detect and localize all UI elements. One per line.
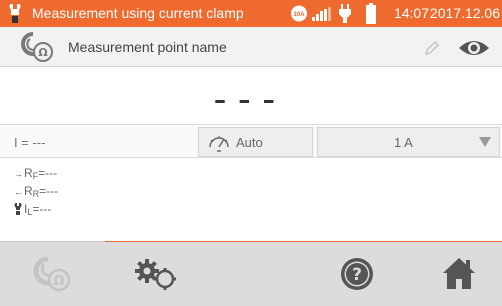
main-reading: – – – [214, 86, 277, 114]
eye-icon[interactable] [458, 38, 490, 58]
arrow-right-icon: → [14, 169, 23, 179]
status-date: 2017.12.06 [429, 5, 500, 21]
clamp-badge-icon: 10A [291, 5, 307, 22]
bottom-toolbar: Ω ? [0, 242, 502, 306]
auto-gauge-icon [209, 136, 229, 152]
status-bar: Measurement using current clamp 10A 14:0… [0, 0, 502, 27]
clamp-meter-icon[interactable]: Ω [20, 31, 54, 63]
svg-text:?: ? [352, 265, 362, 285]
clamp-meter-icon[interactable]: Ω [32, 255, 72, 293]
measurement-mode-button[interactable]: Auto [198, 127, 313, 157]
battery-icon [366, 3, 376, 24]
help-icon[interactable]: ? [340, 257, 374, 291]
current-value: I = --- [14, 135, 46, 150]
result-rf: →RF=--- [14, 166, 58, 181]
controls-row: I = --- Auto 1 A [0, 124, 502, 158]
signal-strength-icon [312, 7, 331, 21]
results-panel: →RF=--- ←RR=--- IL=--- [0, 158, 502, 240]
svg-text:Ω: Ω [38, 46, 48, 59]
power-plug-icon [339, 4, 351, 23]
pencil-icon[interactable] [424, 40, 440, 56]
svg-text:Ω: Ω [53, 274, 64, 289]
mode-label: Auto [236, 135, 263, 150]
range-select[interactable]: 1 A [317, 127, 500, 157]
range-value: 1 A [394, 135, 413, 150]
status-time: 14:07 [393, 5, 429, 21]
clamp-status-icon [9, 4, 21, 23]
measurement-point-header: Ω Measurement point name [0, 27, 502, 67]
svg-text:10A: 10A [293, 12, 305, 18]
home-icon[interactable] [442, 256, 476, 290]
chevron-down-icon [479, 137, 491, 147]
measurement-point-name[interactable]: Measurement point name [68, 39, 227, 55]
arrow-left-icon: ← [14, 187, 23, 197]
screen-title: Measurement using current clamp [32, 5, 244, 21]
main-reading-area: – – – [0, 68, 502, 124]
clamp-small-icon [14, 203, 22, 215]
settings-gears-icon[interactable] [134, 259, 178, 291]
result-il: IL=--- [14, 202, 51, 217]
result-rr: ←RR=--- [14, 184, 59, 199]
